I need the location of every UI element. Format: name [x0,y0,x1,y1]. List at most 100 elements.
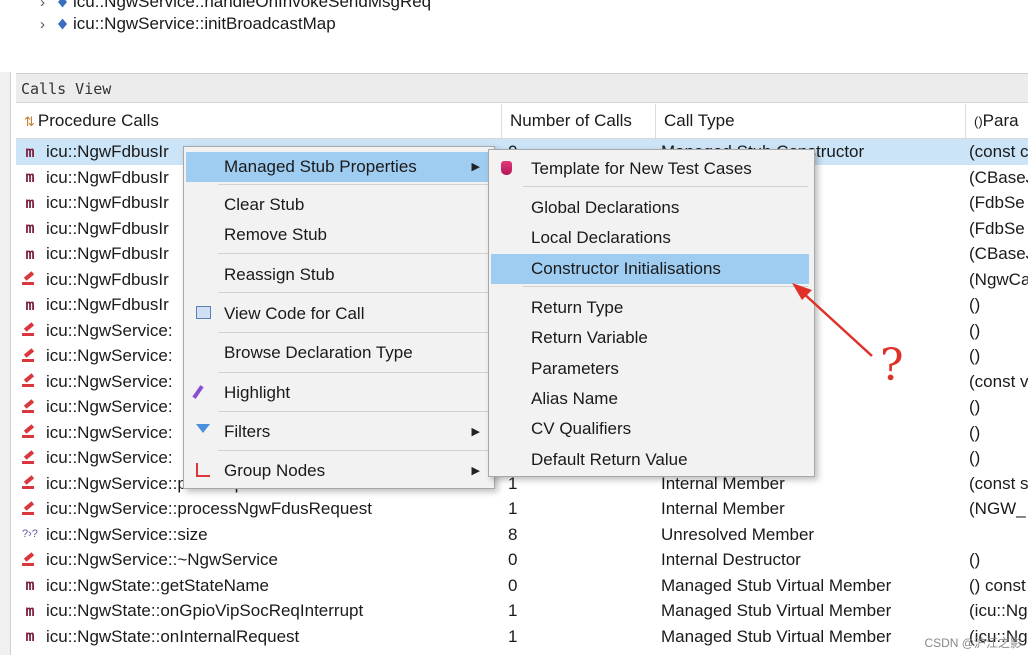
tree-item-label: icu::NgwService::initBroadcastMap [73,14,336,33]
menu-item-filters[interactable]: Filters ▶ [186,417,490,447]
menu-item-clear-stub[interactable]: Clear Stub [186,190,490,220]
parentheses-icon: () [974,114,983,129]
submenu-item-label: Return Type [531,298,624,317]
submenu-item-parameters[interactable]: Parameters [491,354,809,384]
procedure-name: icu::NgwFdbusIr [46,269,169,289]
menu-separator [218,253,488,254]
table-row[interactable]: icu::NgwState::onInternalRequest 1 Managed… [16,624,1028,650]
call-count-cell: 0 [508,550,518,569]
managed-stub-icon [22,144,38,160]
table-row[interactable]: icu::NgwService::processNgwFdusRequest 1 I… [16,496,1028,522]
menu-item-reassign-stub[interactable]: Reassign Stub [186,260,490,290]
submenu-item-alias-name[interactable]: Alias Name [491,384,809,414]
submenu-item-global-declarations[interactable]: Global Declarations [491,193,809,223]
column-header-call-type[interactable]: Call Type [656,104,966,138]
database-icon [501,161,512,175]
table-row[interactable]: icu::NgwState::onGpioVipSocReqInterrupt 1… [16,598,1028,624]
submenu-item-constructor-initialisations[interactable]: Constructor Initialisations [491,254,809,284]
parameters-cell: () [969,550,981,569]
menu-item-remove-stub[interactable]: Remove Stub [186,220,490,250]
menu-item-highlight[interactable]: Highlight [186,378,490,408]
submenu-item-label: Default Return Value [531,450,688,469]
procedure-cell: icu::NgwService::~NgwService [22,547,512,573]
procedure-name: icu::NgwFdbusIr [46,167,169,187]
menu-item-label: Highlight [224,383,291,402]
call-type-cell: Managed Stub Virtual Member [661,626,892,646]
chevron-right-icon[interactable]: › [40,0,54,11]
call-type-cell: Managed Stub Virtual Member [661,575,892,595]
submenu-item-label: Alias Name [531,389,618,408]
menu-item-label: Filters [224,422,271,441]
menu-item-label: Clear Stub [224,195,305,214]
column-header-number-of-calls[interactable]: Number of Calls [502,104,656,138]
procedure-name: icu::NgwFdbusIr [46,218,169,238]
menu-item-view-code-for-call[interactable]: View Code for Call [186,299,490,329]
call-count-cell: 1 [508,499,518,518]
annotation-question-mark: ? [880,340,904,391]
procedure-name: icu::NgwState::onGpioVipSocReqInterrupt [46,601,364,620]
menu-item-managed-stub-properties[interactable]: Managed Stub Properties ▶ [186,152,490,182]
menu-separator [523,286,808,287]
internal-call-icon [22,475,38,491]
submenu-item-label: Return Variable [531,328,648,347]
submenu-item-return-variable[interactable]: Return Variable [491,323,809,353]
procedure-name: icu::NgwService: [46,397,173,416]
submenu-arrow-icon: ▶ [471,465,480,477]
menu-item-label: Browse Declaration Type [224,343,413,362]
menu-item-browse-declaration-type[interactable]: Browse Declaration Type [186,338,490,368]
column-header-procedure-calls[interactable]: ⇅ Procedure Calls [16,104,502,138]
parameters-cell: (const c [969,142,1028,161]
submenu-item-return-type[interactable]: Return Type [491,293,809,323]
managed-stub-icon [22,603,38,619]
calls-table-header: ⇅ Procedure Calls Number of Calls Call Ty… [16,104,1028,139]
procedure-name: icu::NgwService::~NgwService [46,550,278,569]
parameters-cell: (NGW_ [969,499,1026,518]
tree-item-label: icu::NgwService::handleOnInvokeSendMsgRe… [73,0,432,11]
procedure-name: icu::NgwService::processNgwFdusRequest [46,499,372,518]
menu-item-group-nodes[interactable]: Group Nodes ▶ [186,456,490,486]
managed-stub-icon [22,169,38,185]
context-menu: Managed Stub Properties ▶ Clear Stub Remove… [183,146,495,489]
chevron-right-icon[interactable]: › [40,16,54,33]
call-count-cell: 8 [508,524,518,544]
parameters-cell: () [969,295,981,314]
table-row[interactable]: icu::NgwState::getStateName 0 Managed Stub… [16,573,1028,599]
menu-separator [523,186,808,187]
submenu-item-label: Global Declarations [531,198,680,217]
managed-stub-icon [22,246,38,262]
internal-call-icon [22,450,38,466]
submenu-item-template-for-new-test-cases[interactable]: Template for New Test Cases [491,154,809,184]
menu-item-label: Reassign Stub [224,265,335,284]
procedure-cell: icu::NgwState::getStateName [22,573,512,599]
procedure-name: icu::NgwService: [46,448,173,467]
submenu-item-default-return-value[interactable]: Default Return Value [491,445,809,475]
parameters-cell: (const v [969,371,1028,391]
menu-separator [218,450,488,451]
parameters-cell: (FdbSe [969,193,1025,212]
tree-item[interactable]: › icu::NgwService::initBroadcastMap [40,12,336,36]
annotation-arrow [792,283,873,357]
parameters-cell: () const [969,575,1026,595]
parameters-cell: (const s [969,473,1028,493]
unresolved-call-icon [22,526,38,542]
menu-item-label: View Code for Call [224,304,365,323]
submenu-item-cv-qualifiers[interactable]: CV Qualifiers [491,414,809,444]
procedure-name: icu::NgwService: [46,346,173,365]
submenu-item-label: Local Declarations [531,228,671,247]
parameters-cell: (CBaseJ [969,244,1028,263]
call-type-cell: Internal Destructor [661,550,801,569]
submenu-item-local-declarations[interactable]: Local Declarations [491,223,809,253]
menu-separator [218,411,488,412]
table-row[interactable]: icu::NgwService::size 8 Unresolved Member [16,522,1028,548]
menu-item-label: Group Nodes [224,461,326,480]
parameters-cell: () [969,320,981,340]
function-icon [58,0,67,8]
internal-call-icon [22,424,38,440]
table-row[interactable]: icu::NgwService::~NgwService 0 Internal De… [16,547,1028,573]
managed-stub-icon [22,195,38,211]
column-header-parameters[interactable]: ()Para [966,104,1028,138]
parameters-cell: () [969,422,981,442]
parameters-cell: (CBaseJ [969,167,1028,187]
call-type-cell: Managed Stub Virtual Member [661,601,892,620]
internal-call-icon [22,399,38,415]
